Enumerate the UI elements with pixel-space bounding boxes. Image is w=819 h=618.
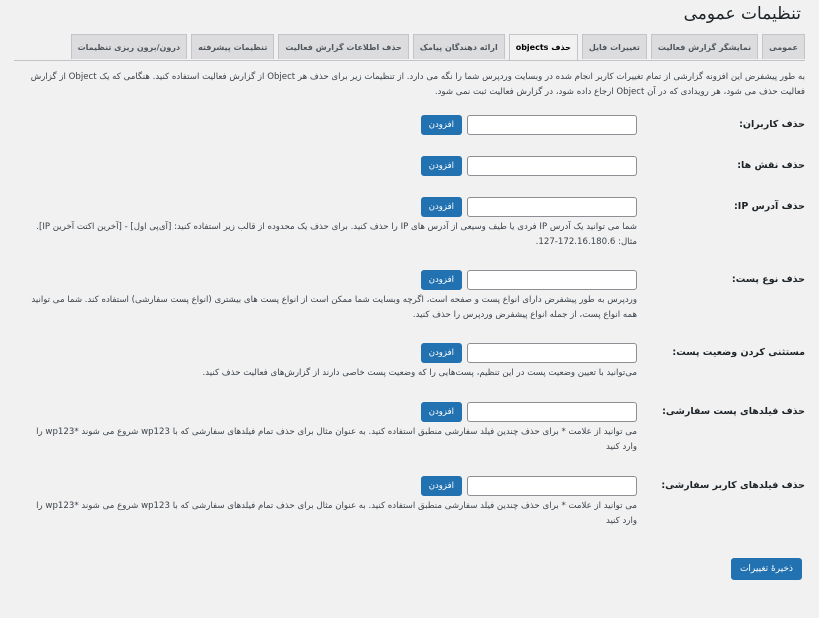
add-button[interactable]: افزودن [420,156,462,176]
exclude-user-custom-fields-input[interactable] [467,476,637,496]
exclude-post-status-input[interactable] [467,343,637,363]
tab-advanced-settings[interactable]: تنظیمات پیشرفته [191,34,275,59]
field-label: حذف فیلدهای پست سفارشی: [662,406,805,417]
intro-description: به طور پیشفرض این افزونه گزارشی از تمام … [30,72,805,97]
help-text: شما می توانید یک آدرس IP فردی یا طیف وسی… [36,222,637,247]
exclude-users-input[interactable] [467,115,637,135]
field-label: حذف آدرس IP: [733,201,805,212]
save-changes-button[interactable]: ذخیرهٔ تغییرات [730,558,802,580]
field-label: حذف فیلدهای کاربر سفارشی: [661,480,805,491]
exclude-ip-input[interactable] [467,197,637,217]
tab-import-export[interactable]: درون/برون ریزی تنظیمات [70,34,188,59]
tab-general[interactable]: عمومی [762,34,805,59]
exclude-post-custom-fields-input[interactable] [467,402,637,422]
field-label: حذف نوع پست: [731,274,805,285]
add-button[interactable]: افزودن [420,115,462,135]
exclude-roles-input[interactable] [467,156,637,176]
tab-activity-log-viewer[interactable]: نمایشگر گزارش فعالیت [650,34,759,59]
tab-file-changes[interactable]: تغییرات فایل [581,34,647,59]
help-text: می‌توانید با تعیین وضعیت پست در این تنظی… [202,368,637,378]
add-button[interactable]: افزودن [420,343,462,363]
tab-sms-providers[interactable]: ارائه دهندگان پیامک [412,34,505,59]
field-label: مستثنی کردن وضعیت پست: [672,347,805,358]
page-title: تنظیمات عمومی [683,4,801,24]
add-button[interactable]: افزودن [420,402,462,422]
tab-delete-log-data[interactable]: حذف اطلاعات گزارش فعالیت [278,34,409,59]
help-text: وردپرس به طور پیشفرض دارای انواع پست و ص… [31,295,637,320]
add-button[interactable]: افزودن [420,197,462,217]
tab-exclude-objects[interactable]: حذف objects [508,34,578,60]
help-text: می توانید از علامت * برای حذف چندین فیلد… [36,427,637,452]
field-label: حذف کاربران: [739,119,805,130]
help-text: می توانید از علامت * برای حذف چندین فیلد… [36,501,637,526]
field-label: حذف نقش ها: [737,160,805,171]
exclude-post-type-input[interactable] [467,270,637,290]
settings-tabs: عمومی نمایشگر گزارش فعالیت تغییرات فایل … [14,34,805,61]
add-button[interactable]: افزودن [420,270,462,290]
add-button[interactable]: افزودن [420,476,462,496]
